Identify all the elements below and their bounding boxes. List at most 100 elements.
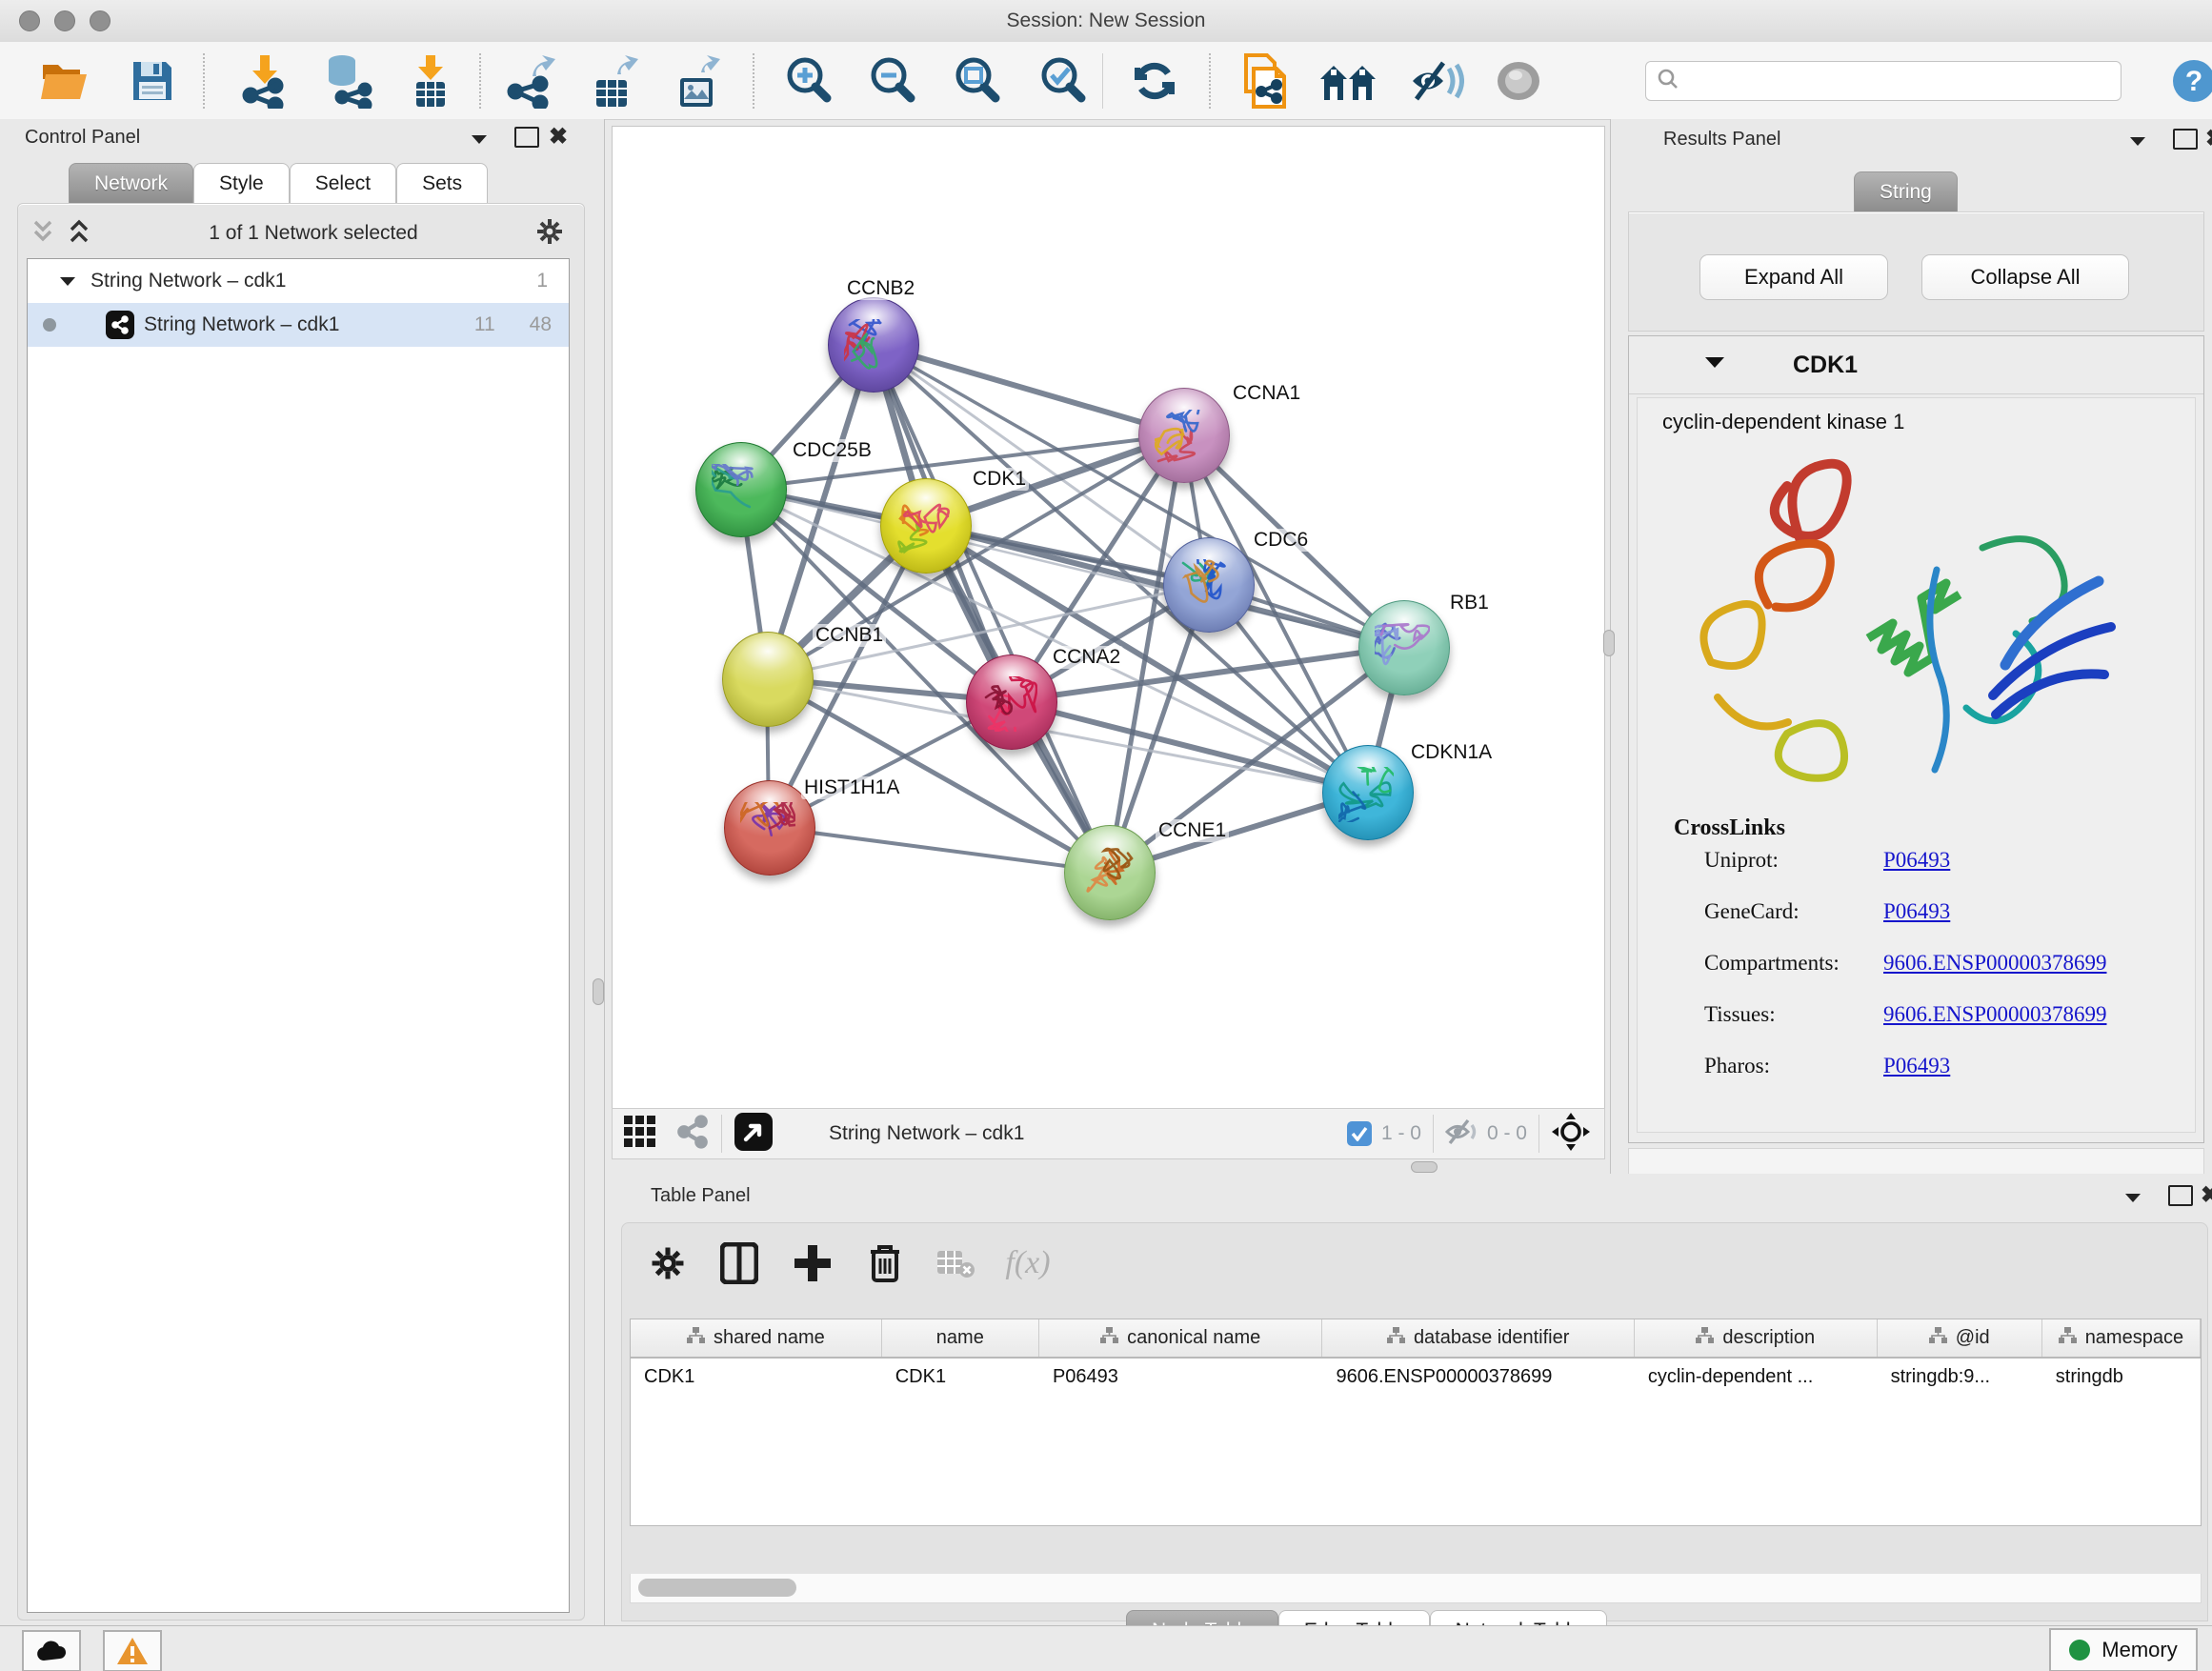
memory-status-dot (2069, 1640, 2090, 1661)
results-panel-close-icon[interactable]: ✖ (2205, 125, 2212, 152)
network-node-rb1[interactable] (1358, 600, 1450, 695)
table-cell[interactable]: P06493 (1039, 1359, 1323, 1396)
zoom-in-button[interactable] (779, 51, 838, 111)
horizontal-splitter[interactable] (612, 1159, 1605, 1174)
node-label-ccnb2: CCNB2 (844, 277, 917, 300)
crosslink-link[interactable]: 9606.ENSP00000378699 (1883, 1002, 2107, 1027)
network-node-ccne1[interactable] (1064, 825, 1156, 920)
network-node-cdkn1a[interactable] (1322, 745, 1414, 840)
zoom-fit-content-button[interactable] (948, 51, 1007, 111)
column-header-databaseidentifier[interactable]: database identifier (1322, 1319, 1634, 1357)
left-splitter-handle[interactable] (593, 978, 604, 1005)
column-header-namespace[interactable]: namespace (2042, 1319, 2201, 1357)
gene-header-row[interactable]: CDK1 (1629, 336, 2203, 394)
network-node-ccna2[interactable] (966, 654, 1057, 750)
share-view-icon[interactable] (675, 1115, 710, 1154)
column-header-sharedname[interactable]: shared name (631, 1319, 882, 1357)
help-button[interactable]: ? (2164, 51, 2212, 111)
tab-string[interactable]: String (1854, 171, 1958, 211)
network-overview-button[interactable] (1318, 51, 1377, 111)
collapse-all-button[interactable]: Collapse All (1921, 254, 2129, 300)
table-cell[interactable]: cyclin-dependent ... (1635, 1359, 1878, 1396)
export-table-button[interactable] (585, 51, 644, 111)
search-input[interactable] (1645, 61, 2122, 101)
delete-table-icon-disabled[interactable] (929, 1237, 982, 1290)
control-panel-close-icon[interactable]: ✖ (549, 123, 568, 151)
create-column-icon[interactable] (786, 1237, 839, 1290)
network-node-cdc25b[interactable] (695, 442, 787, 537)
collection-expander-icon[interactable] (60, 270, 75, 292)
edge[interactable] (769, 827, 1109, 872)
selected-nodes-checkbox[interactable] (1347, 1121, 1372, 1146)
import-network-from-database-button[interactable] (318, 51, 377, 111)
refresh-network-view-button[interactable] (1125, 51, 1184, 111)
crosslink-link[interactable]: P06493 (1883, 1054, 1950, 1078)
crosslink-link[interactable]: 9606.ENSP00000378699 (1883, 951, 2107, 976)
table-panel-menu-icon[interactable] (2124, 1191, 2142, 1208)
control-panel-menu-icon[interactable] (471, 132, 488, 150)
grid-view-icon[interactable] (622, 1114, 658, 1155)
edge[interactable] (873, 344, 1183, 434)
table-panel-float-icon[interactable] (2168, 1185, 2193, 1206)
import-table-from-file-button[interactable] (401, 51, 460, 111)
hide-selected-button[interactable] (1407, 51, 1466, 111)
network-node-ccna1[interactable] (1138, 388, 1230, 483)
warning-status-button[interactable] (103, 1630, 162, 1671)
table-cell[interactable]: CDK1 (882, 1359, 1039, 1396)
export-network-button[interactable] (500, 51, 559, 111)
expand-all-button[interactable]: Expand All (1699, 254, 1888, 300)
network-canvas[interactable]: CCNB2CCNA1CDC25BCDK1CDC6RB1CCNB1CCNA2CDK… (612, 126, 1605, 1109)
birdseye-view-icon[interactable] (734, 1112, 774, 1157)
table-cell[interactable]: stringdb (2042, 1359, 2201, 1396)
table-cell[interactable]: stringdb:9... (1878, 1359, 2042, 1396)
show-all-button[interactable] (1489, 51, 1548, 111)
open-session-button[interactable] (35, 51, 94, 111)
results-panel-menu-icon[interactable] (2129, 134, 2146, 151)
gene-expander-icon[interactable] (1705, 356, 1724, 373)
network-node-ccnb2[interactable] (828, 297, 919, 393)
memory-button[interactable]: Memory (2049, 1628, 2198, 1671)
column-header-description[interactable]: description (1635, 1319, 1878, 1357)
network-node-ccnb1[interactable] (722, 632, 814, 727)
network-options-gear-icon[interactable] (535, 217, 564, 251)
save-session-button[interactable] (123, 51, 182, 111)
collapse-all-networks-icon[interactable] (30, 218, 55, 250)
column-header-canonicalname[interactable]: canonical name (1039, 1319, 1323, 1357)
export-image-button[interactable] (669, 51, 728, 111)
delete-column-trash-icon[interactable] (858, 1237, 912, 1290)
table-panel-close-icon[interactable]: ✖ (2201, 1181, 2212, 1209)
tab-select[interactable]: Select (290, 163, 396, 203)
table-horizontal-scrollbar[interactable] (630, 1574, 2202, 1603)
clone-network-button[interactable] (1237, 51, 1296, 111)
results-scrollbar[interactable] (1628, 1148, 2204, 1175)
right-splitter-handle[interactable] (1603, 630, 1615, 656)
cloud-status-button[interactable] (22, 1630, 81, 1671)
zoom-selected-button[interactable] (1034, 51, 1093, 111)
network-node-cdc6[interactable] (1163, 537, 1255, 633)
control-panel-float-icon[interactable] (514, 127, 539, 148)
table-scrollbar-thumb[interactable] (638, 1579, 796, 1597)
table-settings-gear-icon[interactable] (641, 1237, 694, 1290)
table-cell[interactable]: 9606.ENSP00000378699 (1322, 1359, 1634, 1396)
tab-style[interactable]: Style (193, 163, 290, 203)
crosslink-link[interactable]: P06493 (1883, 848, 1950, 873)
expand-all-networks-icon[interactable] (67, 218, 91, 250)
show-columns-icon[interactable] (713, 1237, 766, 1290)
column-header-id[interactable]: @id (1878, 1319, 2042, 1357)
horizontal-splitter-handle[interactable] (1411, 1161, 1438, 1173)
network-collection-row[interactable]: String Network – cdk1 1 (28, 259, 569, 303)
tab-network[interactable]: Network (69, 163, 193, 203)
results-panel-float-icon[interactable] (2173, 129, 2198, 150)
network-row-selected[interactable]: String Network – cdk1 11 48 (28, 303, 569, 347)
hidden-items-icon[interactable] (1445, 1117, 1479, 1151)
zoom-out-button[interactable] (863, 51, 922, 111)
table-cell[interactable]: CDK1 (631, 1359, 882, 1396)
table-row[interactable]: CDK1CDK1P064939606.ENSP00000378699cyclin… (631, 1359, 2201, 1396)
column-header-name[interactable]: name (882, 1319, 1039, 1357)
function-builder-fx-icon[interactable]: f(x) (1001, 1237, 1055, 1290)
network-node-cdk1[interactable] (880, 478, 972, 574)
crosslink-link[interactable]: P06493 (1883, 899, 1950, 924)
tab-sets[interactable]: Sets (396, 163, 488, 203)
fit-content-icon[interactable] (1551, 1112, 1591, 1157)
import-network-from-file-button[interactable] (235, 51, 294, 111)
